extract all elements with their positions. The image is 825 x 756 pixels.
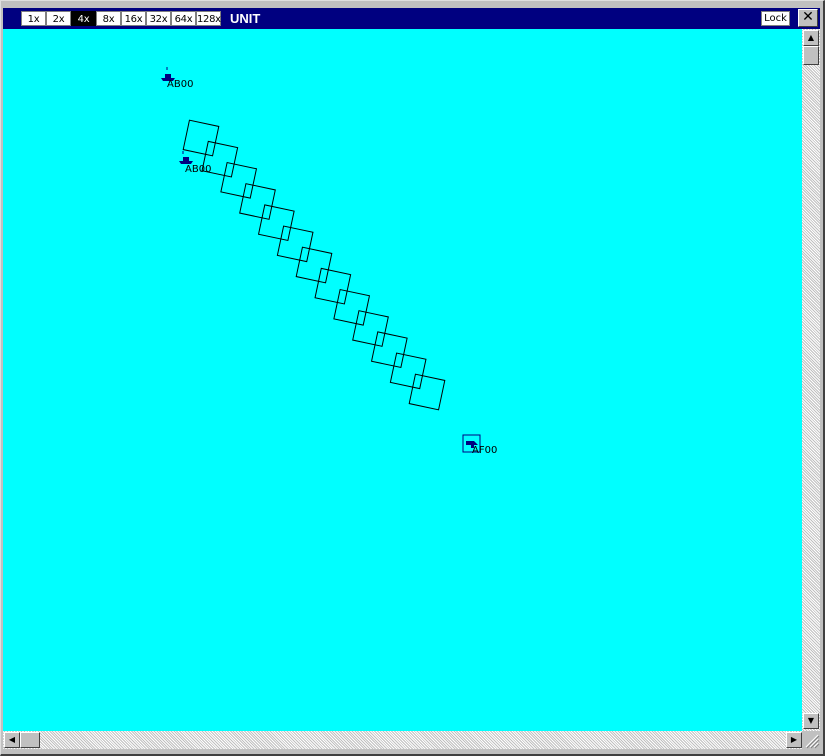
arrow-right-icon: ▶ [790,735,798,744]
title-bar[interactable]: 1x 2x 4x 8x 16x 32x 64x 128x UNIT Lock ✕ [3,8,820,29]
horizontal-scroll-thumb[interactable] [20,732,40,748]
track-box [408,373,446,411]
track-box [389,352,427,390]
resize-grip[interactable] [802,731,820,749]
close-button[interactable]: ✕ [798,9,818,27]
track-boxes [182,119,446,411]
zoom-2x-button[interactable]: 2x [46,11,71,26]
unit-window: 1x 2x 4x 8x 16x 32x 64x 128x UNIT Lock ✕ [0,0,825,756]
resize-grip-icon [805,734,820,749]
lock-button[interactable]: Lock [761,11,790,26]
scroll-left-button[interactable]: ◀ [4,732,20,748]
arrow-down-icon: ▼ [807,716,815,725]
zoom-4x-button[interactable]: 4x [71,11,96,26]
arrow-left-icon: ◀ [8,735,16,744]
arrow-up-icon: ▲ [807,33,815,42]
track-box [333,288,371,326]
zoom-16x-button[interactable]: 16x [121,11,146,26]
track-box [239,183,276,220]
zoom-32x-button[interactable]: 32x [146,11,171,26]
unit-label: AB00 [167,79,194,90]
window-title: UNIT [230,11,261,26]
track-box [370,331,408,369]
map-canvas[interactable] [3,29,802,731]
vertical-scrollbar[interactable]: ▲ ▼ [802,29,820,731]
track-box [314,267,352,305]
ship-icon[interactable] [179,151,193,164]
horizontal-scrollbar[interactable]: ◀ ▶ [3,731,802,749]
zoom-1x-button[interactable]: 1x [21,11,46,26]
track-box [276,225,314,263]
track-box [220,161,258,199]
scroll-right-button[interactable]: ▶ [786,732,802,748]
track-box [295,246,333,284]
track-box [182,119,220,157]
zoom-64x-button[interactable]: 64x [171,11,196,26]
zoom-128x-button[interactable]: 128x [196,11,221,26]
close-icon: ✕ [802,9,814,25]
map-viewport[interactable]: AB00 AB00 AF00 [3,29,802,731]
track-box [257,204,295,242]
track-box [352,310,389,347]
scroll-up-button[interactable]: ▲ [803,30,819,46]
scroll-down-button[interactable]: ▼ [803,713,819,729]
unit-label: AB00 [185,164,212,175]
unit-label: AF00 [472,445,498,456]
zoom-8x-button[interactable]: 8x [96,11,121,26]
vertical-scroll-thumb[interactable] [803,46,819,65]
